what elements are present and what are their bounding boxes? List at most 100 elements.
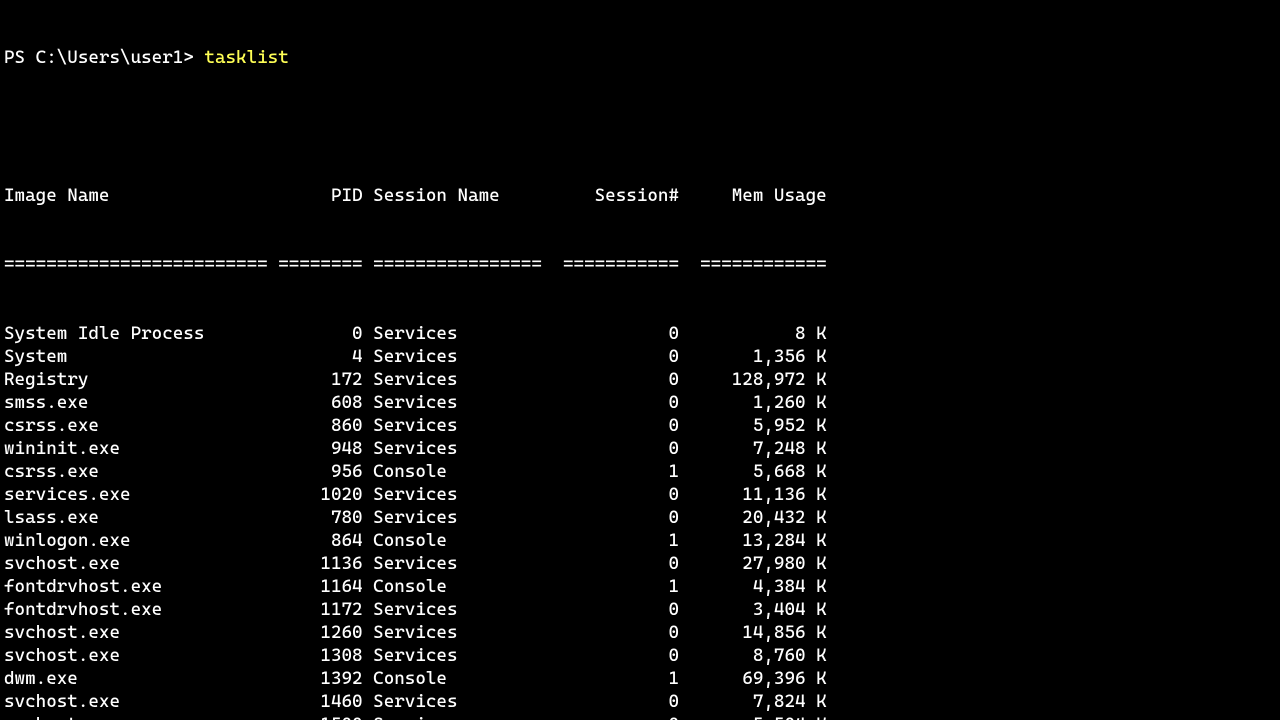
cell-pid: 172 (278, 368, 362, 391)
command-text: tasklist (204, 47, 288, 68)
cell-session-num: 0 (552, 345, 679, 368)
cell-pid: 1020 (278, 483, 362, 506)
table-row: fontdrvhost.exe 1172 Services0 3,404 K (4, 598, 1276, 621)
cell-session-name: Services (373, 713, 552, 720)
cell-session-name: Services (373, 437, 552, 460)
table-row: wininit.exe 948 Services0 7,248 K (4, 437, 1276, 460)
cell-session-num: 1 (552, 575, 679, 598)
cell-mem: 1,260 K (690, 391, 827, 414)
cell-session-name: Services (373, 506, 552, 529)
cell-session-num: 1 (552, 529, 679, 552)
header-session-name: Session Name (373, 184, 552, 207)
cell-pid: 1500 (278, 713, 362, 720)
table-row: svchost.exe 1260 Services0 14,856 K (4, 621, 1276, 644)
cell-session-num: 0 (552, 506, 679, 529)
cell-mem: 13,284 K (690, 529, 827, 552)
cell-mem: 128,972 K (690, 368, 827, 391)
cell-pid: 1392 (278, 667, 362, 690)
header-image-name: Image Name (4, 184, 268, 207)
cell-session-name: Services (373, 483, 552, 506)
prompt-text: PS C:\Users\user1> (4, 47, 204, 68)
cell-pid: 608 (278, 391, 362, 414)
cell-session-num: 1 (552, 460, 679, 483)
table-row: lsass.exe 780 Services0 20,432 K (4, 506, 1276, 529)
table-row: csrss.exe 860 Services0 5,952 K (4, 414, 1276, 437)
cell-pid: 1164 (278, 575, 362, 598)
cell-session-num: 0 (552, 690, 679, 713)
terminal-output[interactable]: PS C:\Users\user1> tasklist Image Name P… (0, 0, 1280, 720)
cell-session-name: Console (373, 460, 552, 483)
cell-session-name: Services (373, 690, 552, 713)
cell-name: svchost.exe (4, 644, 268, 667)
cell-name: winlogon.exe (4, 529, 268, 552)
cell-pid: 864 (278, 529, 362, 552)
cell-mem: 11,136 K (690, 483, 827, 506)
cell-name: wininit.exe (4, 437, 268, 460)
cell-name: svchost.exe (4, 713, 268, 720)
cell-session-name: Services (373, 552, 552, 575)
header-pid: PID (278, 184, 362, 207)
cell-session-num: 0 (552, 391, 679, 414)
cell-pid: 4 (278, 345, 362, 368)
header-mem-usage: Mem Usage (690, 184, 827, 207)
prompt-line: PS C:\Users\user1> tasklist (4, 46, 1276, 69)
cell-name: fontdrvhost.exe (4, 575, 268, 598)
cell-pid: 0 (278, 322, 362, 345)
cell-session-name: Services (373, 621, 552, 644)
cell-session-name: Services (373, 391, 552, 414)
cell-name: Registry (4, 368, 268, 391)
cell-mem: 69,396 K (690, 667, 827, 690)
table-row: smss.exe 608 Services0 1,260 K (4, 391, 1276, 414)
cell-session-name: Console (373, 575, 552, 598)
cell-pid: 1260 (278, 621, 362, 644)
cell-session-num: 0 (552, 322, 679, 345)
table-row: svchost.exe 1136 Services0 27,980 K (4, 552, 1276, 575)
cell-session-name: Services (373, 598, 552, 621)
cell-session-num: 0 (552, 713, 679, 720)
table-row: System Idle Process 0 Services0 8 K (4, 322, 1276, 345)
cell-mem: 8,760 K (690, 644, 827, 667)
cell-session-name: Services (373, 345, 552, 368)
separator-row: ========================= ======== =====… (4, 253, 1276, 276)
cell-session-name: Console (373, 529, 552, 552)
cell-session-num: 0 (552, 621, 679, 644)
cell-name: System Idle Process (4, 322, 268, 345)
table-row: svchost.exe 1500 Services0 5,504 K (4, 713, 1276, 720)
table-row: svchost.exe 1460 Services0 7,824 K (4, 690, 1276, 713)
cell-mem: 3,404 K (690, 598, 827, 621)
table-row: System 4 Services0 1,356 K (4, 345, 1276, 368)
table-row: dwm.exe 1392 Console1 69,396 K (4, 667, 1276, 690)
cell-mem: 27,980 K (690, 552, 827, 575)
cell-pid: 956 (278, 460, 362, 483)
cell-session-num: 0 (552, 368, 679, 391)
cell-mem: 5,668 K (690, 460, 827, 483)
cell-mem: 20,432 K (690, 506, 827, 529)
cell-session-num: 0 (552, 437, 679, 460)
cell-name: smss.exe (4, 391, 268, 414)
cell-session-name: Services (373, 322, 552, 345)
cell-pid: 780 (278, 506, 362, 529)
cell-name: svchost.exe (4, 621, 268, 644)
cell-session-name: Services (373, 644, 552, 667)
header-session-num: Session# (552, 184, 679, 207)
cell-mem: 7,248 K (690, 437, 827, 460)
cell-name: fontdrvhost.exe (4, 598, 268, 621)
header-row: Image Name PID Session NameSession# Mem … (4, 184, 1276, 207)
cell-name: csrss.exe (4, 460, 268, 483)
cell-session-name: Services (373, 368, 552, 391)
cell-session-num: 0 (552, 483, 679, 506)
cell-session-name: Console (373, 667, 552, 690)
table-row: services.exe 1020 Services0 11,136 K (4, 483, 1276, 506)
table-row: Registry 172 Services0 128,972 K (4, 368, 1276, 391)
cell-name: svchost.exe (4, 690, 268, 713)
cell-name: System (4, 345, 268, 368)
cell-mem: 4,384 K (690, 575, 827, 598)
cell-session-name: Services (373, 414, 552, 437)
cell-session-num: 0 (552, 552, 679, 575)
cell-session-num: 0 (552, 644, 679, 667)
cell-name: lsass.exe (4, 506, 268, 529)
cell-session-num: 0 (552, 598, 679, 621)
cell-pid: 1136 (278, 552, 362, 575)
cell-mem: 8 K (690, 322, 827, 345)
cell-pid: 1308 (278, 644, 362, 667)
